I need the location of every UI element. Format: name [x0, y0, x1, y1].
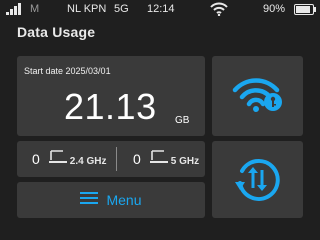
page-title: Data Usage	[17, 24, 96, 40]
band-5g: 0 5 GHz	[133, 141, 199, 177]
usage-amount: 21.13	[64, 86, 157, 127]
data-usage-card[interactable]: Start date 2025/03/01 21.13 GB	[17, 56, 205, 136]
hamburger-icon	[80, 191, 99, 210]
menu-button[interactable]: Menu	[17, 182, 205, 218]
laptop-icon	[149, 149, 169, 170]
device-count-5g: 0	[133, 151, 141, 167]
band-label-5g: 5 GHz	[170, 155, 200, 167]
carrier-name: NL KPN	[67, 3, 107, 15]
battery-percent: 90%	[263, 3, 286, 15]
band-label-2g4: 2.4 GHz	[69, 155, 107, 167]
menu-label: Menu	[106, 192, 142, 208]
wifi-settings-button[interactable]	[212, 56, 303, 136]
refresh-data-button[interactable]	[212, 141, 303, 218]
signal-bars-icon	[6, 3, 26, 18]
sim-label: M	[30, 3, 40, 15]
wifi-icon	[210, 2, 228, 19]
divider	[116, 147, 117, 171]
battery-icon	[294, 4, 316, 15]
laptop-icon	[48, 149, 68, 170]
usage-unit: GB	[175, 115, 190, 126]
status-bar: M NL KPN 5G 12:14 90%	[0, 0, 320, 20]
wifi-key-icon	[232, 78, 282, 112]
device-count-2g4: 0	[32, 151, 40, 167]
clock: 12:14	[147, 3, 175, 15]
connected-devices-card[interactable]: 0 2.4 GHz 0 5 GHz	[17, 141, 205, 177]
start-date-label: Start date 2025/03/01	[24, 66, 111, 76]
band-2g4: 0 2.4 GHz	[32, 141, 106, 177]
refresh-data-icon	[235, 158, 280, 201]
network-type: 5G	[114, 3, 129, 15]
